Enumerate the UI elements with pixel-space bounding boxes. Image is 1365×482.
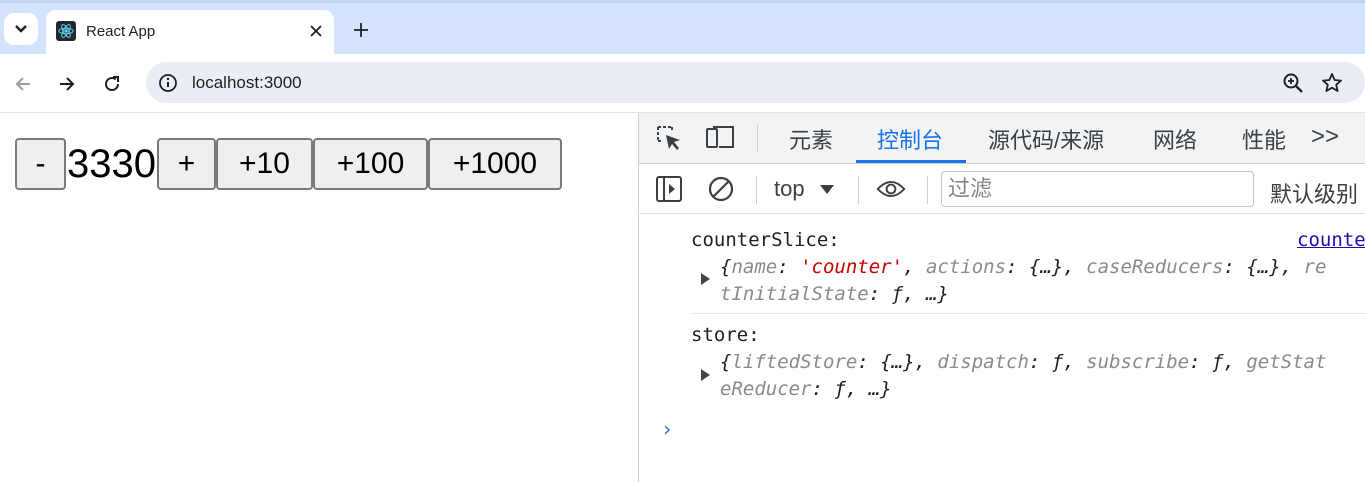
plus-icon [354,23,368,37]
tab-network[interactable]: 网络 [1153,123,1197,155]
prop-key: caseReducers [1086,256,1224,278]
prop-value: 'counter' [800,256,904,278]
toolbar-separator [927,176,928,204]
prop-key: actions [925,256,1007,278]
expand-triangle-icon[interactable] [701,369,710,381]
context-selector[interactable]: top [774,176,835,202]
forward-button[interactable] [52,69,82,99]
chevron-down-icon [15,25,27,33]
prop-value: {…} [1246,256,1281,278]
bookmark-star-icon[interactable] [1321,72,1343,94]
tab-strip: React App [0,0,1365,57]
devtools-tabbar: 元素 控制台 源代码/来源 网络 性能 >> [639,113,1365,164]
prop-value: ƒ [1212,351,1224,373]
toolbar-separator [757,125,758,153]
tab-elements[interactable]: 元素 [789,123,833,155]
back-button[interactable] [8,69,38,99]
expand-triangle-icon[interactable] [701,273,710,285]
url-text[interactable]: localhost:3000 [192,73,302,93]
more-tabs-button[interactable]: >> [1311,123,1339,151]
prop-value: ƒ [1051,351,1064,373]
object-preview-line[interactable]: tInitialState: ƒ, …} [720,283,949,305]
increment-1000-button[interactable]: +1000 [427,138,562,190]
message-divider [691,313,1365,314]
prop-key: name [731,256,778,278]
sidebar-toggle-icon[interactable] [654,174,684,204]
tab-performance[interactable]: 性能 [1242,123,1286,155]
browser-tab[interactable]: React App [46,10,334,57]
prop-value: {…} [1028,256,1064,278]
address-bar[interactable]: localhost:3000 [146,62,1365,103]
console-filter-input[interactable] [941,171,1254,207]
toolbar-separator [756,176,757,204]
log-label: counterSlice: [691,229,840,251]
log-label: store: [691,324,760,346]
context-value: top [774,176,805,201]
devtools-panel: 元素 控制台 源代码/来源 网络 性能 >> top 默认级别 counterS… [638,113,1365,482]
prop-value: {…} [880,351,915,373]
arrow-left-icon [15,77,30,91]
increment-button[interactable]: + [156,138,216,190]
prop-value: ƒ [834,378,846,400]
arrow-right-icon [60,77,75,91]
close-icon[interactable] [305,20,327,42]
reload-icon [105,76,120,92]
new-tab-button[interactable] [349,18,373,42]
counter-row: - 3330 + +10 +100 +1000 [15,138,562,190]
live-expression-eye-icon[interactable] [876,174,906,204]
page-viewport: - 3330 + +10 +100 +1000 [0,113,638,482]
tab-sources[interactable]: 源代码/来源 [988,123,1104,155]
clear-console-icon[interactable] [706,174,736,204]
active-tab-indicator [856,160,966,163]
prop-rest: …} [868,378,892,400]
prop-key: tInitialState [720,283,869,305]
reload-button[interactable] [97,69,127,99]
dropdown-arrow-icon [819,185,834,194]
log-levels-dropdown[interactable]: 默认级别 [1270,177,1358,209]
console-toolbar: top 默认级别 [639,164,1365,214]
console-prompt[interactable]: › [661,417,673,441]
increment-10-button[interactable]: +10 [215,138,313,190]
object-preview-line[interactable]: {liftedStore: {…}, dispatch: ƒ, subscrib… [720,351,1326,373]
object-preview-line[interactable]: eReducer: ƒ, …} [720,378,892,400]
console-output: counterSlice: counte {name: 'counter', a… [639,214,1365,482]
prop-key: subscribe [1086,351,1190,373]
counter-value: 3330 [67,142,156,186]
prop-key: re [1303,256,1327,278]
site-info-icon[interactable] [158,73,178,93]
inspect-element-icon[interactable] [654,123,684,153]
prop-key: getStat [1246,351,1327,373]
zoom-icon[interactable] [1282,72,1304,94]
prop-value: ƒ [891,283,904,305]
prop-rest: …} [925,283,949,305]
toolbar-separator [858,176,859,204]
device-toolbar-icon[interactable] [705,123,735,153]
prop-key: dispatch [937,351,1029,373]
browser-toolbar: localhost:3000 [0,54,1365,113]
prop-key: liftedStore [731,351,858,373]
source-link[interactable]: counte [1297,229,1365,251]
tab-search-button[interactable] [4,13,38,45]
decrement-button[interactable]: - [15,138,66,190]
tab-console[interactable]: 控制台 [877,123,943,155]
react-logo-icon [56,21,76,41]
prop-key: eReducer [720,378,812,400]
object-preview-line[interactable]: {name: 'counter', actions: {…}, caseRedu… [720,256,1326,278]
increment-100-button[interactable]: +100 [312,138,428,190]
tab-title: React App [86,23,156,40]
